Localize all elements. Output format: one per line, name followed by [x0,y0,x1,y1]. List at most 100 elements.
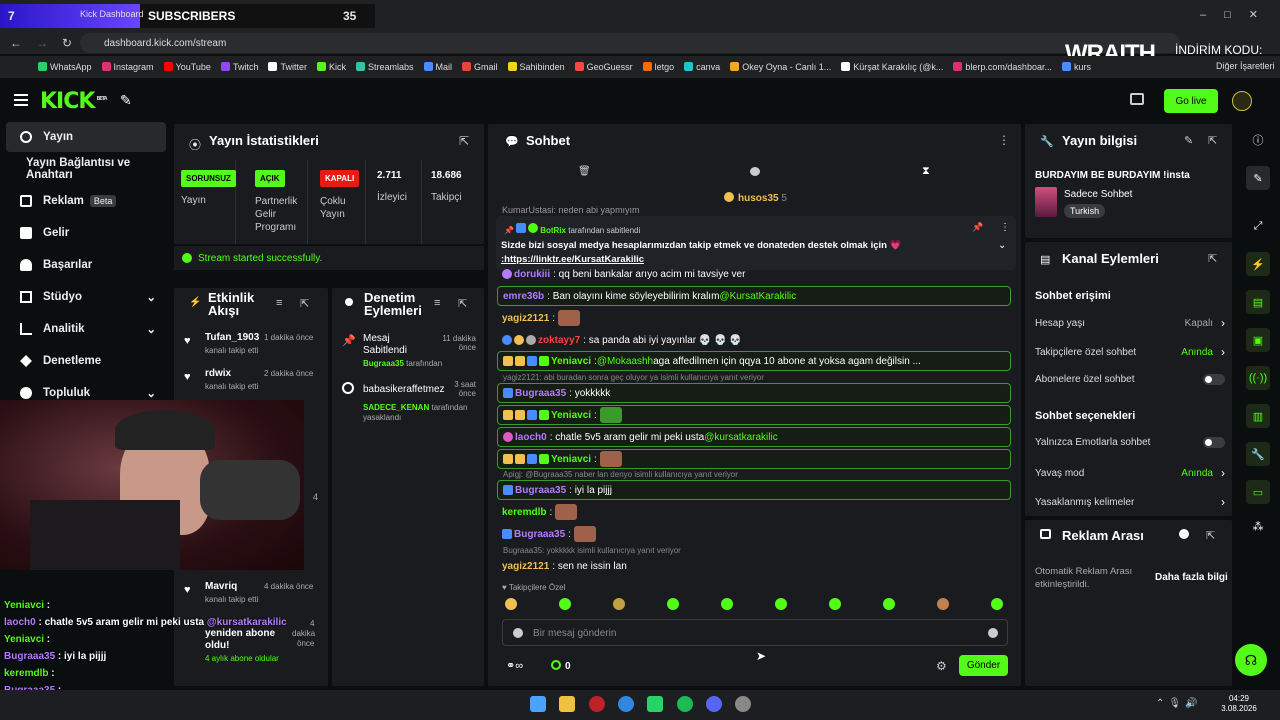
chat-username[interactable]: yagiz2121 [502,561,549,572]
whatsapp-icon[interactable] [647,696,663,712]
streamer-mode-icon[interactable] [1130,93,1144,105]
setting-row[interactable]: Yasaklanmış kelimeler › [1035,495,1225,509]
info-icon[interactable] [1179,529,1189,539]
other-bookmarks[interactable]: Diğer İşaretleri [1212,61,1275,71]
window-controls[interactable]: –□✕ [1200,8,1276,21]
chat-mention[interactable]: @Mokaashh [597,356,653,367]
sidebar-item-denetleme[interactable]: Denetleme [6,346,166,376]
popout-icon[interactable]: ⇱ [300,297,309,310]
setting-row[interactable]: Yavaş mod Anında › [1035,466,1225,480]
moderation-icon[interactable]: ▥ [1246,404,1270,428]
filter-icon[interactable]: ≡ [276,297,282,309]
more-icon[interactable]: ⋮ [998,133,1010,147]
bookmark-item[interactable]: YouTube [163,62,211,72]
spotify-icon[interactable] [677,696,693,712]
popout-icon[interactable]: ⇱ [1208,252,1217,265]
users-icon[interactable]: ⚭∞ [506,659,523,672]
support-button[interactable]: ☊ [1235,644,1267,676]
windows-start-icon[interactable] [530,696,546,712]
discord-icon[interactable] [706,696,722,712]
file-explorer-icon[interactable] [559,696,575,712]
emote-icon[interactable] [613,598,625,610]
setting-value[interactable]: Anında › [1181,345,1225,359]
send-button[interactable]: Gönder [959,655,1008,676]
bookmark-item[interactable]: Gmail [462,62,498,72]
unpin-icon[interactable]: 📌 [972,222,983,233]
bookmark-item[interactable]: Kick [316,62,346,72]
obs-icon[interactable] [735,696,751,712]
chat-username[interactable]: Yeniavci [551,410,591,421]
chat-input[interactable]: Bir mesaj gönderin [502,619,1008,646]
chat-username[interactable]: Bugraaa35 [514,529,565,540]
chat-username[interactable]: Bugraaa35 [515,485,566,496]
setting-row[interactable]: Abonelere özel sohbet [1035,374,1225,385]
bookmark-item[interactable]: kurs [1061,62,1091,72]
reload-icon[interactable]: ↻ [62,36,72,50]
trash-icon[interactable]: 🗑 [578,166,591,177]
chat-username[interactable]: emre36b [503,291,544,302]
back-icon[interactable]: ← [10,36,22,50]
toggle-switch[interactable] [1203,437,1225,448]
emote-icon[interactable] [559,598,571,610]
sidebar-item-stream-key[interactable]: Yayın Bağlantısı ve Anahtarı [6,154,166,184]
edit-icon[interactable]: ✎ [1246,166,1270,190]
chat-icon[interactable]: ▣ [1246,328,1270,352]
emote-icon[interactable] [721,598,733,610]
forward-icon[interactable]: → [36,36,48,50]
setting-value[interactable]: Kapalı › [1185,316,1225,330]
emote-icon[interactable] [883,598,895,610]
bookmark-item[interactable]: canva [684,62,720,72]
emoji-icon[interactable] [988,628,998,638]
chat-username[interactable]: Yeniavci [551,454,591,465]
chevron-down-icon[interactable]: ⌄ [998,240,1006,251]
bookmark-item[interactable]: Twitter [268,62,307,72]
clock[interactable]: 04:29 3.08.2026 [1219,694,1259,714]
hourglass-icon[interactable]: ⧗ [922,165,930,178]
emote-icon[interactable] [775,598,787,610]
emote-icon[interactable] [667,598,679,610]
filter-icon[interactable]: ≡ [434,297,440,309]
popout-icon[interactable]: ⇱ [1208,134,1217,147]
chat-username[interactable]: yagiz2121 [502,313,549,324]
chat-username[interactable]: dorukiii [514,269,550,280]
more-icon[interactable]: ⋮ [1000,222,1010,233]
tray-icons[interactable]: ⌃🎙🔊 [1156,698,1202,709]
emote-icon[interactable] [991,598,1003,610]
window-icon[interactable]: ▭ [1246,480,1270,504]
bookmark-item[interactable]: GeoGuessr [574,62,633,72]
sidebar-item-studyo[interactable]: Stüdyo ⌄ [6,282,166,312]
toggle-switch[interactable] [1203,374,1225,385]
bookmark-item[interactable]: WhatsApp [38,62,92,72]
community-icon[interactable]: ⁂ [1246,514,1270,538]
chat-username[interactable]: keremdlb [502,507,546,518]
popout-icon[interactable]: ⇱ [458,297,467,310]
chat-username[interactable]: zoktayy7 [538,335,580,346]
chat-mention[interactable]: @kursatkarakilic [704,432,778,443]
popout-icon[interactable]: ⇱ [459,134,469,148]
wrench-icon[interactable]: 🔧 [1246,442,1270,466]
setting-row[interactable]: Yalnızca Emotlarla sohbet [1035,437,1225,448]
chat-username[interactable]: Yeniavci [551,356,591,367]
browser-tab-title[interactable]: Kick Dashboard [80,9,144,19]
url-field[interactable]: dashboard.kick.com/stream [80,33,1180,53]
chrome-icon[interactable] [618,696,634,712]
sidebar-item-yayin[interactable]: Yayın [6,122,166,152]
edit-icon[interactable]: ✎ [1184,134,1193,147]
emote-icon[interactable] [829,598,841,610]
info-icon[interactable]: ⓘ [1246,128,1270,152]
popout-icon[interactable]: ⇱ [1206,529,1215,542]
setting-value[interactable]: Anında › [1181,466,1225,480]
category-name[interactable]: Sadece Sohbet [1064,189,1132,200]
bookmark-item[interactable]: Sahibinden [507,62,565,72]
chat-username[interactable]: Bugraaa35 [515,388,566,399]
setting-value[interactable]: › [1221,495,1225,509]
chat-mention[interactable]: @KursatKarakilic [719,291,796,302]
bookmark-item[interactable]: Streamlabs [355,62,414,72]
kick-logo[interactable]: KICK BETA [40,89,108,114]
shortcut-icon[interactable]: ⤢ [1246,214,1270,238]
sidebar-item-analitik[interactable]: Analitik ⌄ [6,314,166,344]
bookmark-item[interactable]: Kürşat Karakılıç (@k... [841,62,943,72]
opera-icon[interactable] [589,696,605,712]
learn-more-link[interactable]: Daha fazla bilgi [1155,572,1228,583]
bookmark-item[interactable]: Mail [423,62,452,72]
